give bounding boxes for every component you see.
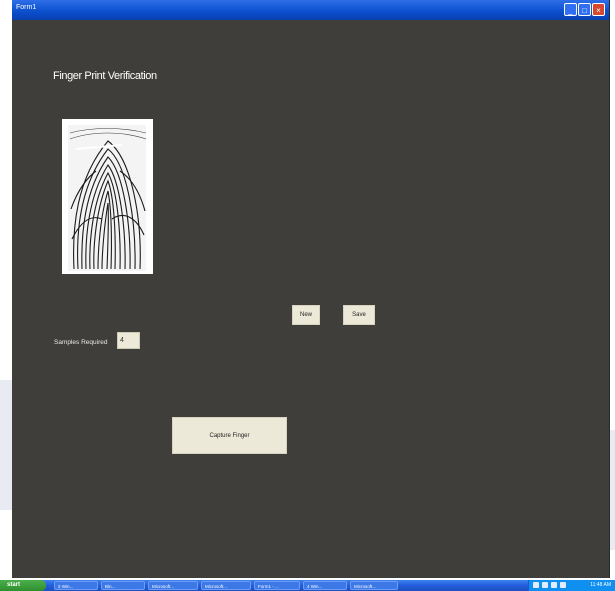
samples-required-label: Samples Required [54, 339, 108, 346]
fingerprint-icon [68, 125, 147, 271]
capture-finger-button[interactable]: Capture Finger [172, 417, 287, 454]
taskbar-item[interactable]: 4 Win... [303, 581, 347, 590]
taskbar-item[interactable]: Microsoft... [148, 581, 198, 590]
samples-required-input[interactable]: 4 [117, 332, 140, 349]
system-tray: 11:48 AM [528, 580, 615, 591]
start-button[interactable]: start [0, 580, 46, 591]
volume-icon[interactable] [542, 582, 548, 588]
save-button[interactable]: Save [343, 305, 375, 325]
clock: 11:48 AM [590, 582, 611, 588]
taskbar: start 2 Win... Bin... Microsoft... Micro… [0, 580, 615, 591]
new-button[interactable]: New [292, 305, 320, 325]
fingerprint-image [62, 119, 153, 274]
window-controls: _ □ × [564, 3, 605, 16]
taskbar-item[interactable]: Form1 - ... [254, 581, 300, 590]
security-icon[interactable] [551, 582, 557, 588]
taskbar-item[interactable]: 2 Win... [54, 581, 98, 590]
taskbar-items: 2 Win... Bin... Microsoft... Microsoft..… [54, 581, 398, 590]
app-icon[interactable] [560, 582, 566, 588]
close-button[interactable]: × [592, 3, 605, 16]
taskbar-item[interactable]: Microsoft... [350, 581, 398, 590]
title-bar[interactable]: Form1 _ □ × [12, 0, 609, 20]
taskbar-item[interactable]: Microsoft... [201, 581, 251, 590]
minimize-button[interactable]: _ [564, 3, 577, 16]
maximize-button[interactable]: □ [578, 3, 591, 16]
tray-icons [533, 582, 566, 588]
window-title: Form1 [16, 4, 37, 11]
taskbar-item[interactable]: Bin... [101, 581, 145, 590]
page-title: Finger Print Verification [53, 70, 157, 82]
network-icon[interactable] [533, 582, 539, 588]
background-panel [0, 380, 12, 510]
app-window: Form1 _ □ × Finger Print Verification Ne… [12, 0, 610, 578]
